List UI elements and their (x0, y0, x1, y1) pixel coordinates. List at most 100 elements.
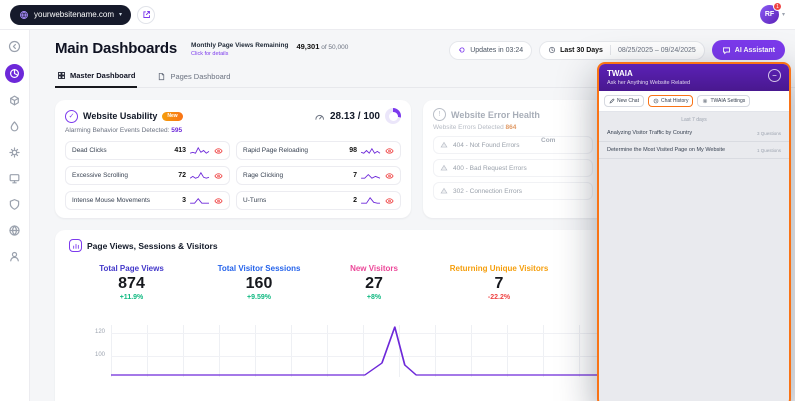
errors-value: 864 (506, 124, 517, 131)
row-label: 400 - Bad Request Errors (453, 165, 527, 172)
usability-row: Rage Clicking 7 (236, 166, 401, 185)
eye-icon[interactable] (214, 147, 223, 155)
eye-icon[interactable] (385, 147, 394, 155)
open-site-button[interactable] (137, 6, 155, 24)
globe-icon (19, 10, 29, 20)
history-item-count: 3 Questions (757, 131, 781, 136)
chevron-down-icon: ▾ (119, 11, 122, 18)
sidebar (0, 30, 30, 401)
sidebar-item-heatmaps[interactable] (6, 118, 23, 135)
quota-value: 49,301 of 50,000 (296, 42, 348, 57)
metric-value: 160 (194, 275, 324, 293)
sparkline (361, 171, 381, 180)
sidebar-item-sessions[interactable] (6, 170, 23, 187)
history-clock-icon (653, 98, 659, 104)
history-item-count: 1 Questions (757, 148, 781, 153)
eye-icon[interactable] (385, 172, 394, 180)
score-donut (385, 108, 401, 124)
history-item[interactable]: Determine the Most Visited Page on My We… (599, 142, 789, 159)
sidebar-item-security[interactable] (6, 196, 23, 213)
sidebar-item-account[interactable] (6, 248, 23, 265)
gear-icon (702, 98, 708, 104)
tab-label: Pages Dashboard (170, 72, 230, 81)
row-label: Dead Clicks (72, 147, 170, 154)
eye-icon[interactable] (385, 197, 394, 205)
divider (610, 45, 611, 55)
metric-total-page-views: Total Page Views 874 +11.9% (69, 264, 194, 301)
metric-returning-unique-visitors: Returning Unique Visitors 7 -22.2% (424, 264, 574, 301)
date-range-picker[interactable]: Last 30 Days 08/25/2025 – 09/24/2025 (539, 41, 705, 60)
tab-chat-history[interactable]: Chat History (648, 95, 694, 107)
sparkline (190, 171, 210, 180)
panel-tabs: New Chat Chat History TWAIA Settings (599, 91, 789, 112)
errors-label: Website Errors Detected (433, 124, 504, 131)
file-icon (157, 72, 166, 81)
sidebar-item-packages[interactable] (6, 92, 23, 109)
tab-pages-dashboard[interactable]: Pages Dashboard (155, 68, 232, 87)
metric-change: +8% (324, 294, 424, 301)
panel-subtitle: Ask her Anything Website Related (607, 80, 690, 86)
tab-twaia-settings[interactable]: TWAIA Settings (697, 95, 750, 107)
tab-master-dashboard[interactable]: Master Dashboard (55, 68, 137, 88)
partial-hidden-text: Com (541, 137, 555, 144)
minimize-panel-button[interactable]: − (768, 69, 781, 82)
refresh-icon (458, 46, 466, 54)
events-value: 595 (171, 127, 182, 134)
history-period-label: Last 7 days (599, 112, 789, 125)
metric-label: Total Page Views (69, 264, 194, 273)
external-link-icon (142, 10, 151, 19)
error-health-icon: ! (433, 108, 446, 121)
droplet-icon (8, 120, 21, 133)
history-item[interactable]: Analyzing Visitor Traffic by Country 3 Q… (599, 125, 789, 142)
gauge-icon (314, 112, 325, 121)
website-usability-card: ✓ Website Usability New 28.13 / 100 Alar… (55, 100, 411, 218)
warning-icon (440, 187, 448, 195)
chevron-left-circle-icon (8, 40, 21, 53)
eye-icon[interactable] (214, 197, 223, 205)
sidebar-item-dashboards[interactable] (5, 64, 24, 83)
sidebar-item-domains[interactable] (6, 222, 23, 239)
panel-title: TWAIA (607, 69, 690, 78)
user-menu[interactable]: RF 1 ▾ (760, 5, 785, 24)
ai-assistant-label: AI Assistant (735, 47, 775, 54)
updates-pill[interactable]: Updates in 03:24 (449, 41, 532, 60)
usability-row: Dead Clicks 413 (65, 141, 230, 160)
page-header: Main Dashboards Monthly Page Views Remai… (55, 40, 795, 60)
metric-change: +11.9% (69, 294, 194, 301)
card-title: Website Usability (83, 111, 157, 121)
error-row: 404 - Not Found Errors (433, 136, 593, 154)
chevron-down-icon: ▾ (782, 11, 785, 18)
history-item-title: Determine the Most Visited Page on My We… (607, 147, 725, 153)
new-badge: New (162, 112, 182, 121)
shield-icon (8, 198, 21, 211)
tab-new-chat[interactable]: New Chat (604, 95, 644, 107)
chat-bubble-icon (722, 46, 731, 55)
metric-total-visitor-sessions: Total Visitor Sessions 160 +9.59% (194, 264, 324, 301)
row-value: 3 (182, 197, 186, 204)
tab-label: Chat History (661, 98, 689, 104)
collapse-sidebar-button[interactable] (6, 38, 23, 55)
section-title: Page Views, Sessions & Visitors (87, 241, 218, 251)
quota-label: Monthly Page Views Remaining (191, 42, 288, 49)
notification-badge: 1 (773, 2, 782, 11)
row-label: Excessive Scrolling (72, 172, 174, 179)
row-label: 404 - Not Found Errors (453, 142, 519, 149)
warning-icon (440, 164, 448, 172)
usability-row: Excessive Scrolling 72 (65, 166, 230, 185)
events-label: Alarming Behavior Events Detected: (65, 127, 169, 134)
error-row: 400 - Bad Request Errors (433, 159, 593, 177)
ai-assistant-button[interactable]: AI Assistant (712, 40, 785, 60)
metric-new-visitors: New Visitors 27 +8% (324, 264, 424, 301)
pencil-icon (609, 98, 615, 104)
row-value: 7 (353, 172, 357, 179)
eye-icon[interactable] (214, 172, 223, 180)
quota-details-link[interactable]: Click for details (191, 51, 288, 57)
site-selector[interactable]: yourwebsitename.com ▾ (10, 5, 131, 25)
page-title: Main Dashboards (55, 40, 177, 57)
error-row: 302 - Connection Errors (433, 182, 593, 200)
updates-label: Updates in 03:24 (470, 47, 523, 54)
usability-row: Rapid Page Reloading 98 (236, 141, 401, 160)
quota-block: Monthly Page Views Remaining Click for d… (191, 42, 348, 57)
sidebar-item-integrations[interactable] (6, 144, 23, 161)
sparkline (190, 146, 210, 155)
